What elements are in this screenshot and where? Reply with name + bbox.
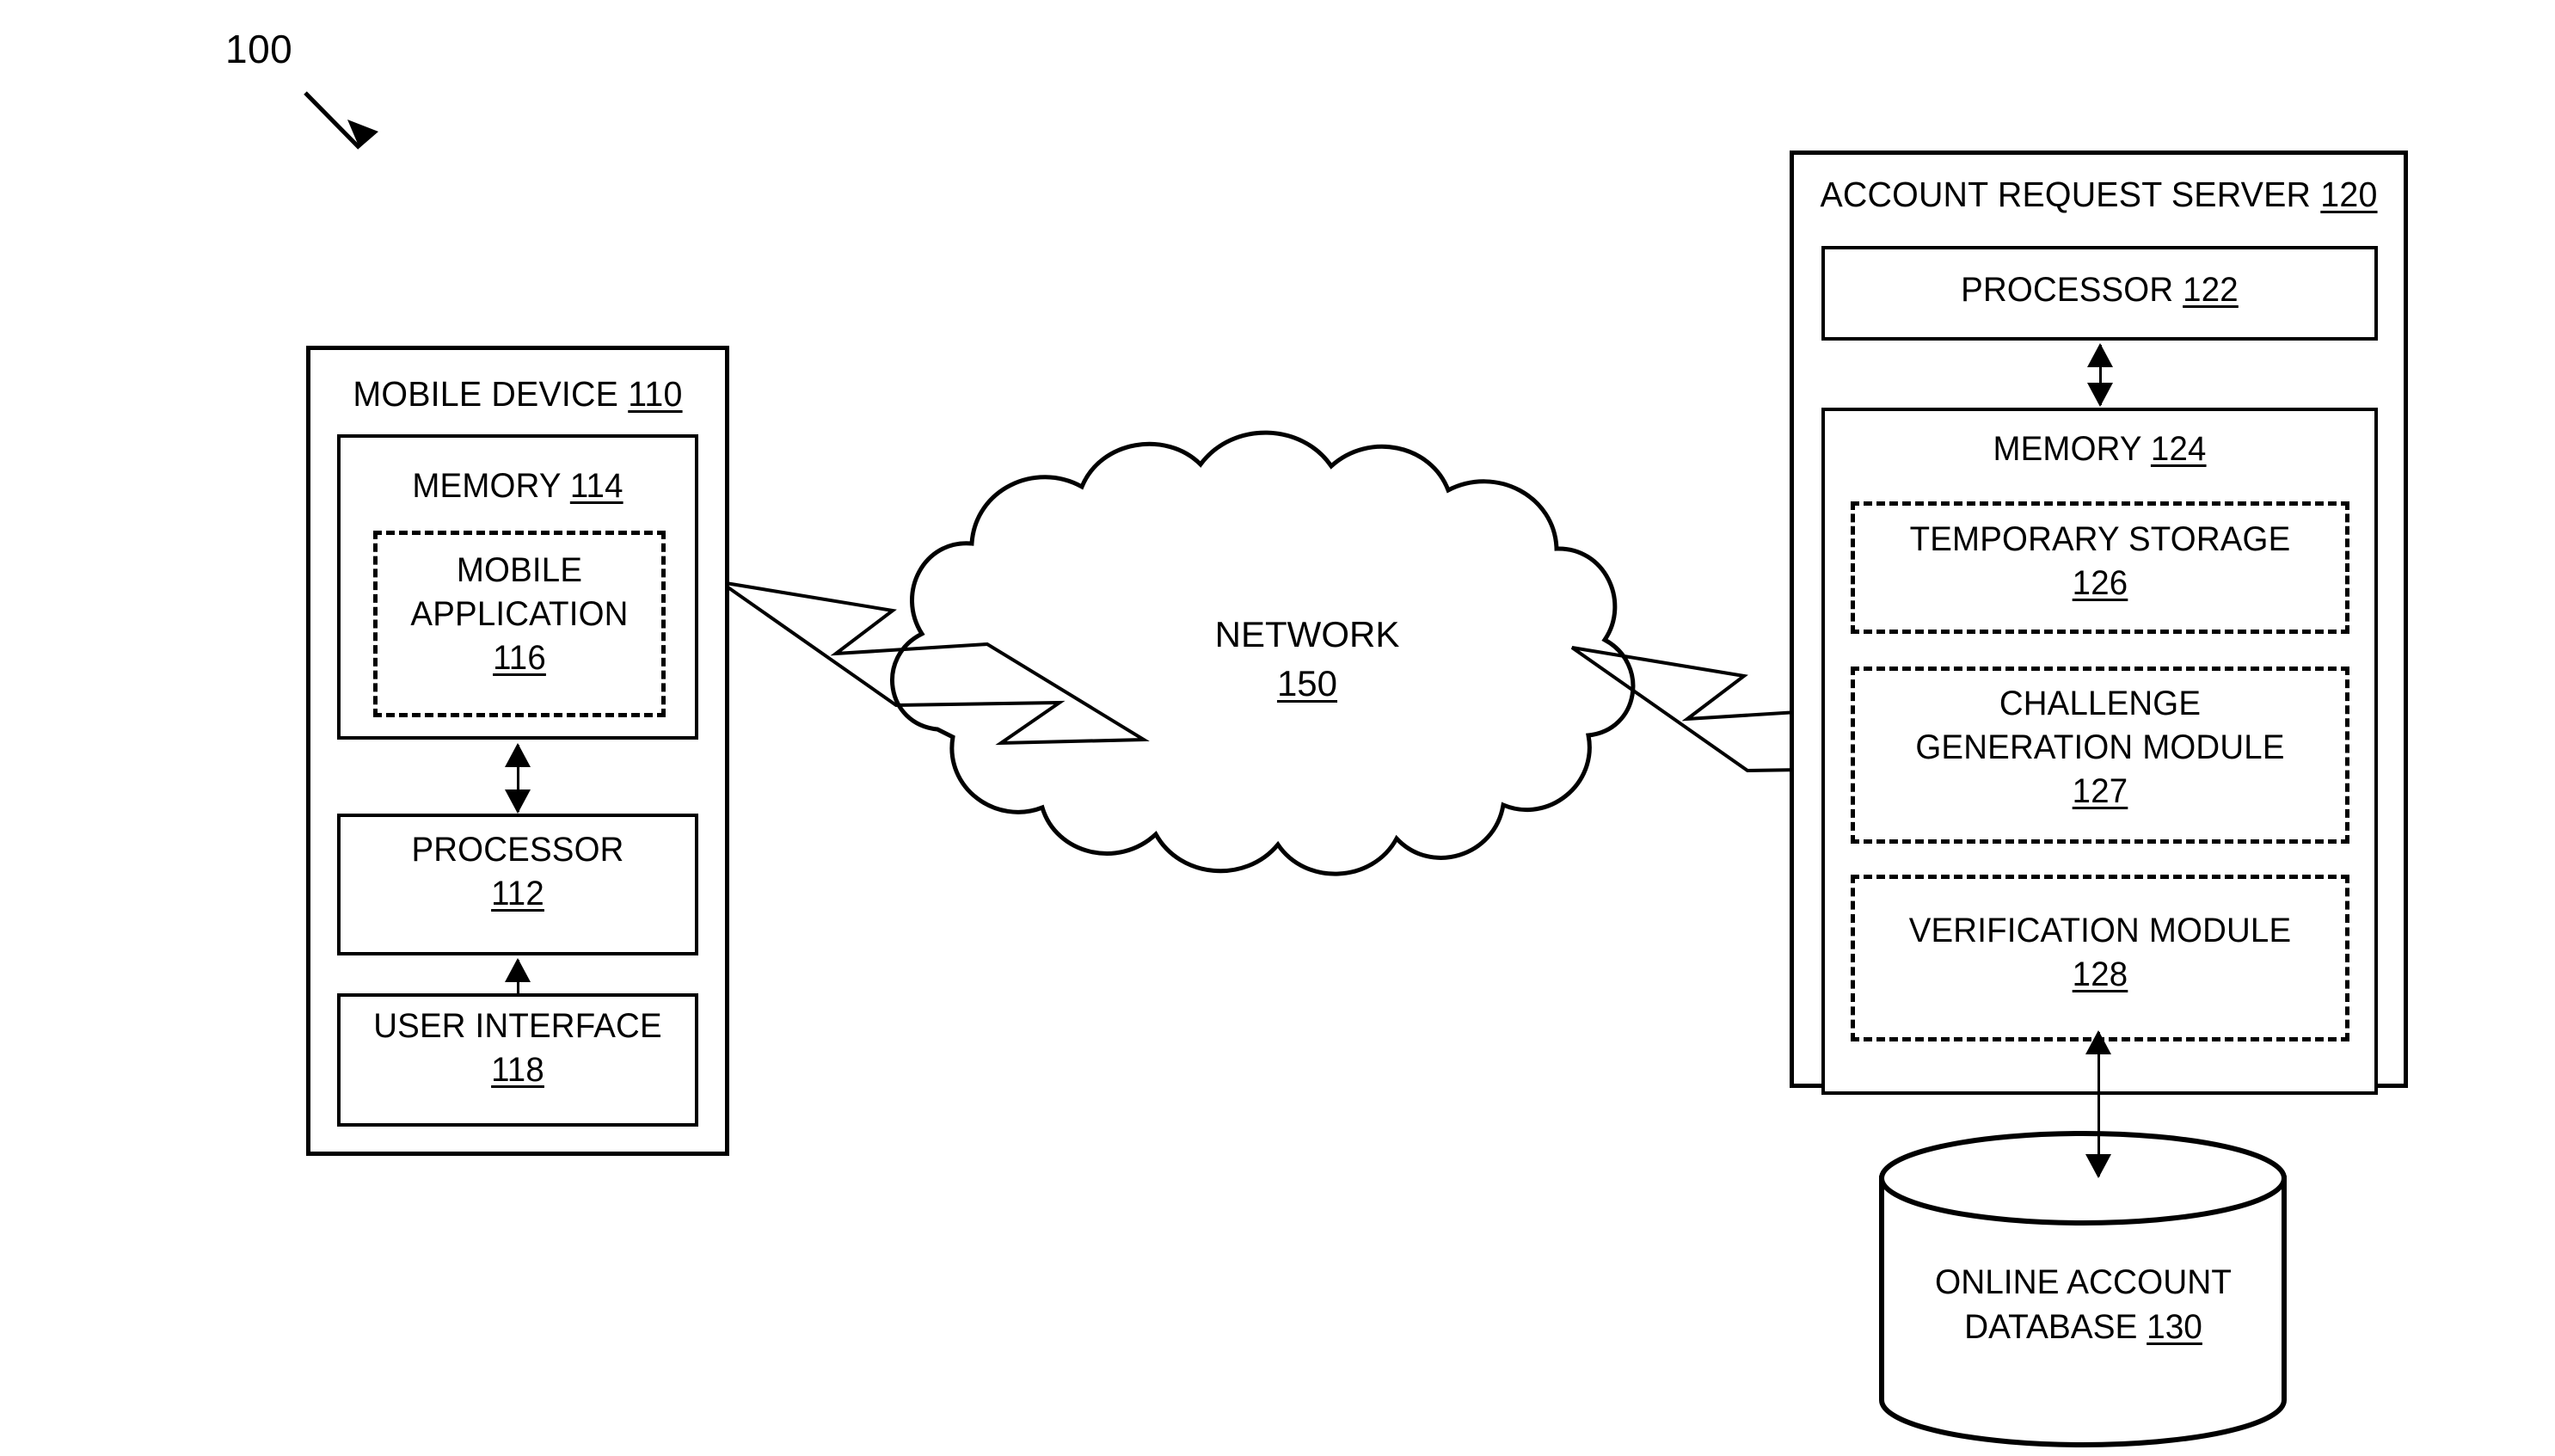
- mobile-user-interface-title: USER INTERFACE 118: [373, 1007, 662, 1090]
- figure-leader-arrow: [304, 91, 378, 150]
- figure-canvas: 100 MOBILE DEVICE 110 MEMORY 114 MOBILE …: [0, 0, 2555, 1456]
- temporary-storage-title: TEMPORARY STORAGE 126: [1909, 520, 2291, 603]
- server-processor-title: PROCESSOR 122: [1961, 271, 2239, 309]
- account-request-server-title: ACCOUNT REQUEST SERVER 120: [1820, 175, 2378, 214]
- server-memory-title: MEMORY 124: [1993, 430, 2207, 468]
- challenge-generation-module-title: CHALLENGE GENERATION MODULE 127: [1915, 685, 2285, 811]
- figure-number-label: 100: [225, 27, 293, 71]
- mobile-application-title: MOBILE APPLICATION 116: [410, 551, 629, 678]
- mobile-device-title: MOBILE DEVICE 110: [353, 374, 683, 414]
- online-account-database-label: ONLINE ACCOUNT DATABASE 130: [1935, 1263, 2232, 1346]
- mobile-processor-title: PROCESSOR 112: [411, 831, 624, 913]
- network-label: NETWORK 150: [1214, 614, 1400, 703]
- verification-module-title: VERIFICATION MODULE 128: [1908, 912, 2292, 994]
- mobile-memory-title: MEMORY 114: [412, 467, 623, 505]
